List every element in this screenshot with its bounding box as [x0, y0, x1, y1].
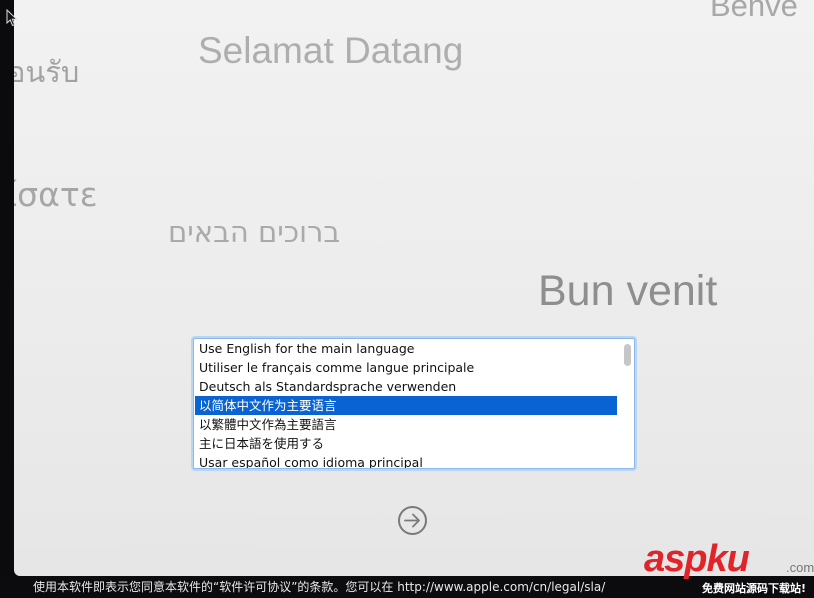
greeting-hebrew: ברוכים הבאים: [168, 215, 341, 249]
language-item-french[interactable]: Utiliser le français comme langue princi…: [195, 358, 617, 377]
language-item-japanese[interactable]: 主に日本語を使用する: [195, 434, 617, 453]
continue-button[interactable]: [398, 506, 427, 535]
language-setup-window: Benve Selamat Datang อนรับ ίσατε ברוכים …: [14, 0, 814, 576]
mouse-pointer-icon: [6, 8, 18, 31]
language-list[interactable]: Use English for the main language Utilis…: [193, 338, 635, 469]
language-item-simplified-chinese[interactable]: 以简体中文作为主要语言: [195, 396, 617, 415]
arrow-right-circle-icon: [404, 513, 420, 528]
greeting-italian: Benve: [710, 0, 798, 23]
language-list-scrollbar[interactable]: [622, 342, 632, 464]
license-text: 使用本软件即表示您同意本软件的“软件许可协议”的条款。您可以在 http://w…: [33, 580, 606, 594]
greeting-thai: อนรับ: [14, 55, 80, 89]
watermark-tagline: 免费网站源码下载站!: [702, 582, 807, 595]
greeting-greek: ίσατε: [14, 175, 98, 214]
language-list-items: Use English for the main language Utilis…: [195, 339, 617, 468]
watermark-dotcom: .com: [786, 560, 814, 575]
greeting-malay: Selamat Datang: [198, 30, 464, 71]
watermark-logo: aspku: [644, 538, 750, 580]
language-item-german[interactable]: Deutsch als Standardsprache verwenden: [195, 377, 617, 396]
language-item-english[interactable]: Use English for the main language: [195, 339, 617, 358]
greeting-romanian: Bun venit: [538, 267, 718, 315]
language-item-spanish[interactable]: Usar español como idioma principal: [195, 453, 617, 468]
screen: Benve Selamat Datang อนรับ ίσατε ברוכים …: [0, 0, 814, 598]
language-item-traditional-chinese[interactable]: 以繁體中文作為主要語言: [195, 415, 617, 434]
scroll-thumb[interactable]: [624, 344, 631, 366]
site-watermark: aspku .com 免费网站源码下载站!: [640, 540, 814, 598]
